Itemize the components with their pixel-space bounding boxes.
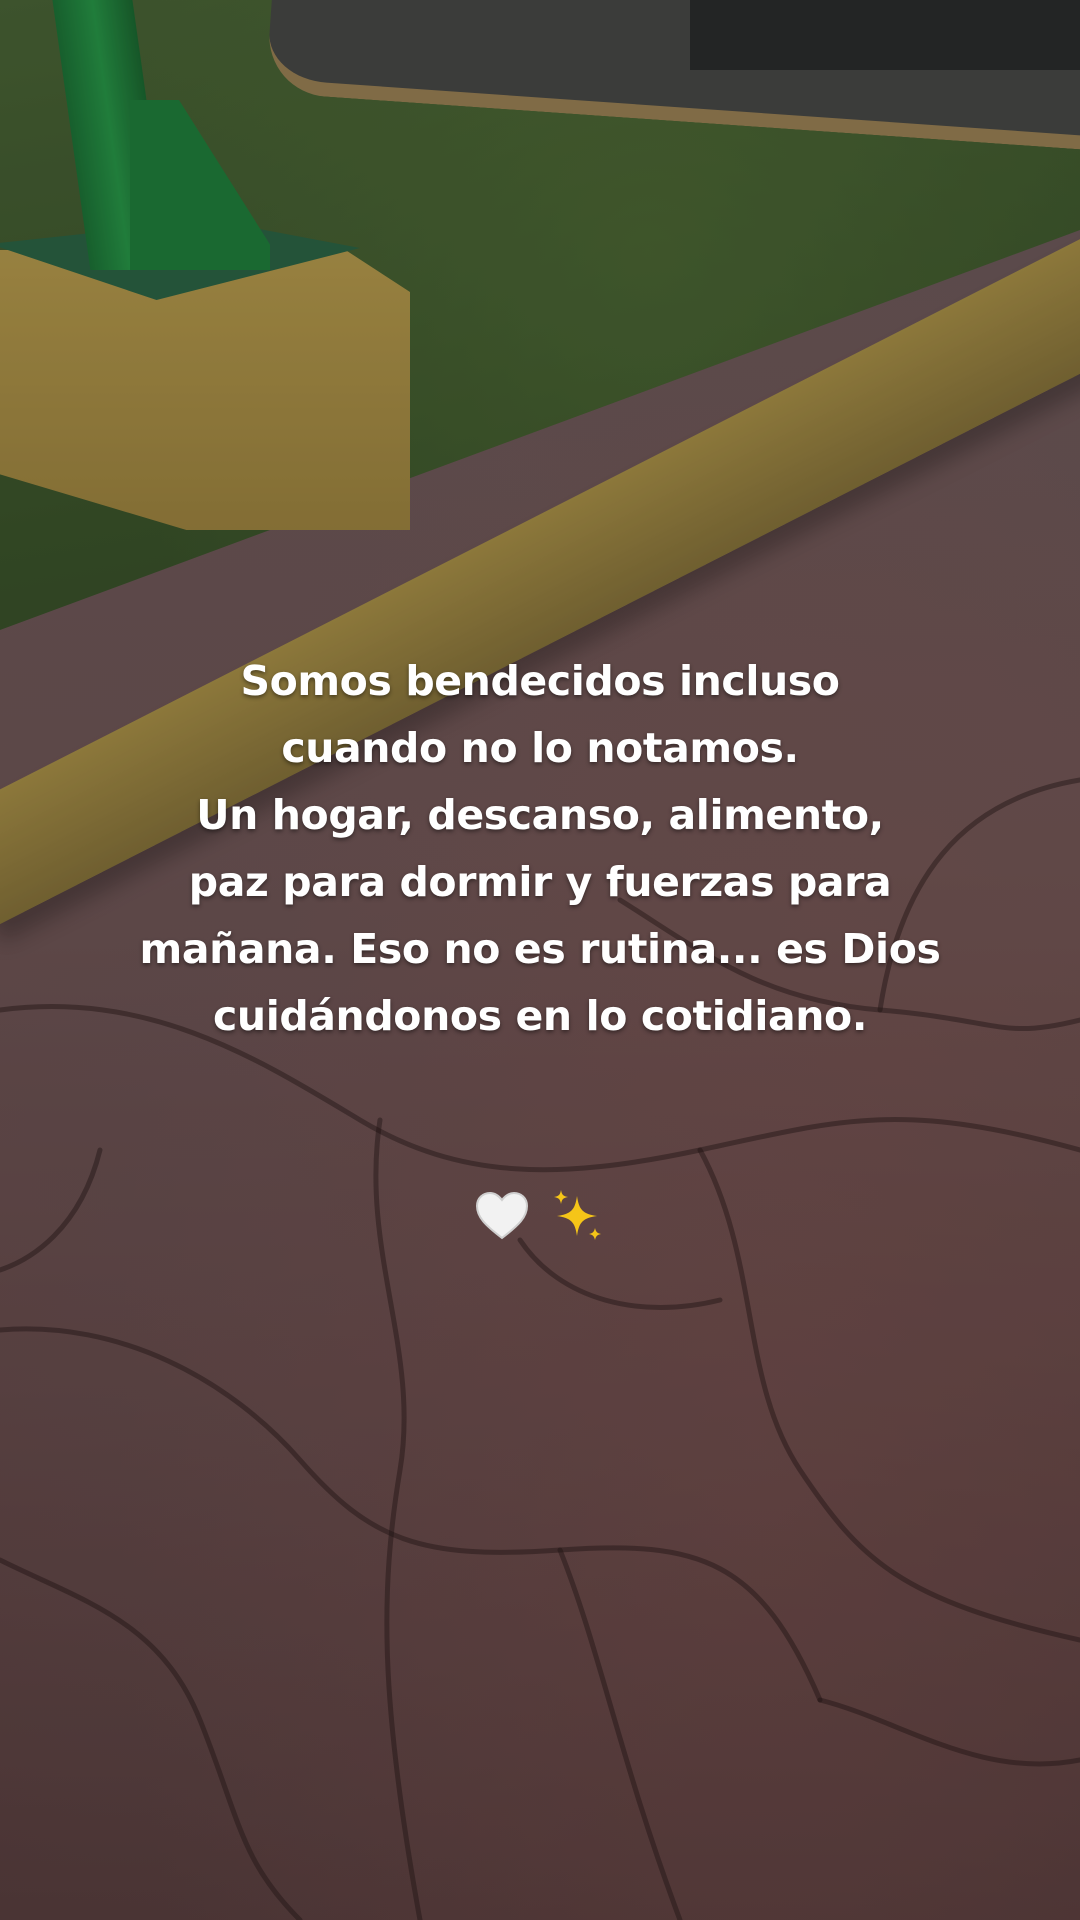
story-screen: Somos bendecidos incluso cuando no lo no… [0, 0, 1080, 1920]
caption-line: cuando no lo notamos. [281, 724, 799, 772]
caption-text: Somos bendecidos incluso cuando no lo no… [0, 648, 1080, 1050]
white-heart-icon [475, 1191, 529, 1240]
caption-line: Un hogar, descanso, alimento, [196, 791, 884, 839]
caption-line: paz para dormir y fuerzas para [188, 858, 892, 906]
caption-line: mañana. Eso no es rutina... es Dios [139, 925, 941, 973]
caption-line: Somos bendecidos incluso [240, 657, 840, 705]
emoji-row [0, 1180, 1080, 1244]
sparkles-icon [554, 1189, 601, 1240]
caption-line: cuidándonos en lo cotidiano. [213, 992, 867, 1040]
